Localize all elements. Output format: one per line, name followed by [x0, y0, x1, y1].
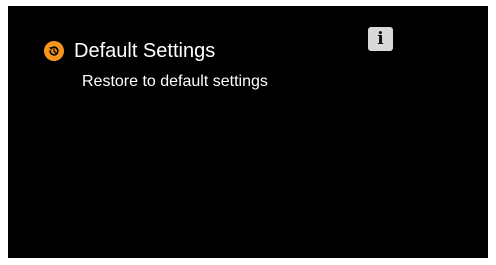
page-title: Default Settings: [74, 39, 216, 62]
info-icon: i: [377, 28, 384, 49]
page-header: Default Settings: [44, 36, 215, 66]
settings-screen: Default Settings i Restore to default se…: [8, 6, 488, 258]
info-button[interactable]: i: [368, 27, 393, 51]
restore-icon: [44, 41, 64, 61]
restore-defaults-option[interactable]: Restore to default settings: [82, 73, 268, 91]
